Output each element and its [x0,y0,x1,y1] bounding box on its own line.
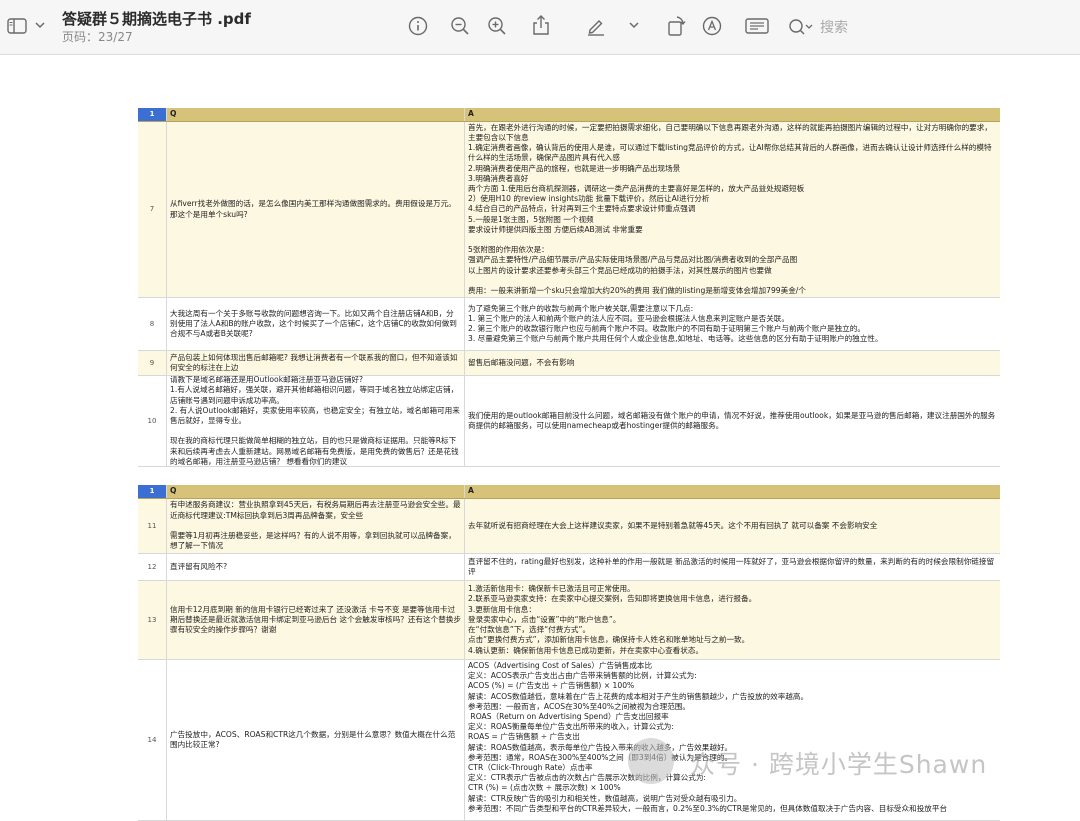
search-icon [788,18,814,36]
table-row: 11 有申述服务商建议：营业执照拿到45天后，有税务局期后再去注册亚马逊会安全些… [138,499,1000,554]
search-placeholder: 搜索 [820,20,848,36]
row-number: 14 [138,660,167,820]
share-icon[interactable] [530,13,552,37]
row-number: 1 [138,485,167,498]
search-field[interactable]: 搜索 [788,13,1080,41]
question-cell: 直评留有风险不? [167,554,465,580]
zoom-in-icon[interactable] [486,15,508,37]
annotate-icon[interactable] [701,15,723,37]
form-fill-icon[interactable] [744,15,770,37]
table-row: 10 请教下是域名邮箱还是用Outlook邮箱注册亚马逊店铺好? 1.有人说域名… [138,376,1000,467]
table-row: 7 从fiverr找老外做图的话，是怎么像国内美工那样沟通做图需求的。费用假设是… [138,122,1000,298]
question-cell: 信用卡12月底到期 新的信用卡银行已经寄过来了 还没激活 卡号不变 是要等信用卡… [167,581,465,659]
info-icon[interactable] [407,15,429,37]
row-number: 1 [138,108,167,121]
row-number: 9 [138,351,167,375]
page-label: 页码： [62,30,99,44]
column-header-a: A [468,109,474,119]
sidebar-icon[interactable] [6,15,28,37]
answer-cell: 留售后邮箱没问题，不会有影响 [468,357,575,367]
row-number: 12 [138,554,167,580]
row-number: 13 [138,581,167,659]
question-cell: 有申述服务商建议：营业执照拿到45天后，有税务局期后再去注册亚马逊会安全些。最近… [167,499,465,553]
pdf-page: 1 Q A 7 从fiverr找老外做图的话，是怎么像国内美工那样沟通做图需求的… [0,55,1080,821]
watermark: 众号 · 跨境小学生Shawn [690,750,988,779]
page-indicator: 页码：23/27 [62,28,133,45]
table-row: 8 大我这周有一个关于多账号收款的问题想咨询一下。比如又两个自注册店铺A和B，分… [138,298,1000,351]
answer-cell: 首先，在跟老外进行沟通的时候，一定要把拍摄需求细化，自己要明确以下信息再跟老外沟… [468,122,992,296]
table-header-row: 1 Q A [138,108,1000,122]
wechat-logo-icon [628,738,674,784]
zoom-out-icon[interactable] [449,15,471,37]
toolbar: 答疑群５期摘选电子书 .pdf 页码：23/27 搜索 [0,0,1080,55]
answer-cell: ACOS（Advertising Cost of Sales）广告销售成本比 定… [468,661,948,813]
column-header-q: Q [167,485,465,498]
table-header-row: 1 Q A [138,485,1000,499]
page-value: 23/27 [98,30,133,44]
answer-cell: 1.激活新信用卡：确保新卡已激活且可正常使用。 2.联系亚马逊卖家支持：在卖家中… [468,584,757,655]
answer-cell: 我们使用的是outlook邮箱目前没什么问题，域名邮箱没有做个账户的申请，情况不… [468,410,996,430]
row-number: 7 [138,122,167,297]
answer-cell: 为了避免第三个账户的收款与前两个账户被关联,需要注意以下几点: 1. 第三个账户… [468,303,883,344]
table-row: 13 信用卡12月底到期 新的信用卡银行已经寄过来了 还没激活 卡号不变 是要等… [138,581,1000,660]
table-row: 14 广告投放中，ACOS、ROAS和CTR这几个数据，分别是什么意思？数值大概… [138,660,1000,821]
table-row: 9 产品包装上如何体现出售后邮箱呢? 我想让消费者有一个联系我的窗口，但不知道该… [138,351,1000,376]
column-header-a: A [468,486,474,496]
row-number: 8 [138,298,167,350]
question-cell: 产品包装上如何体现出售后邮箱呢? 我想让消费者有一个联系我的窗口，但不知道该如何… [167,351,465,375]
question-cell: 从fiverr找老外做图的话，是怎么像国内美工那样沟通做图需求的。费用假设是万元… [167,122,465,297]
markup-pen-icon[interactable] [585,15,607,37]
table-row: 12 直评留有风险不? 直评留不住的，rating最好也别发，这种补单的作用一般… [138,554,1000,581]
question-cell: 广告投放中，ACOS、ROAS和CTR这几个数据，分别是什么意思？数值大概在什么… [167,660,465,820]
answer-cell: 直评留不住的，rating最好也别发，这种补单的作用一般就是 新品激活的时候用一… [468,556,995,576]
rotate-icon[interactable] [665,14,687,38]
chevron-down-icon[interactable] [33,18,47,32]
qa-table-1: 1 Q A 7 从fiverr找老外做图的话，是怎么像国内美工那样沟通做图需求的… [138,108,1000,467]
row-number: 10 [138,376,167,466]
row-number: 11 [138,499,167,553]
document-title: 答疑群５期摘选电子书 .pdf [62,10,251,28]
question-cell: 大我这周有一个关于多账号收款的问题想咨询一下。比如又两个自注册店铺A和B，分别使… [167,298,465,350]
answer-cell: 去年就听说有招商经理在大会上这样建议卖家，如果不是特别着急就等45天。这个不用有… [468,520,878,530]
chevron-down-icon[interactable] [627,18,641,32]
column-header-q: Q [167,108,465,121]
question-cell: 请教下是域名邮箱还是用Outlook邮箱注册亚马逊店铺好? 1.有人说域名邮箱好… [167,376,465,466]
